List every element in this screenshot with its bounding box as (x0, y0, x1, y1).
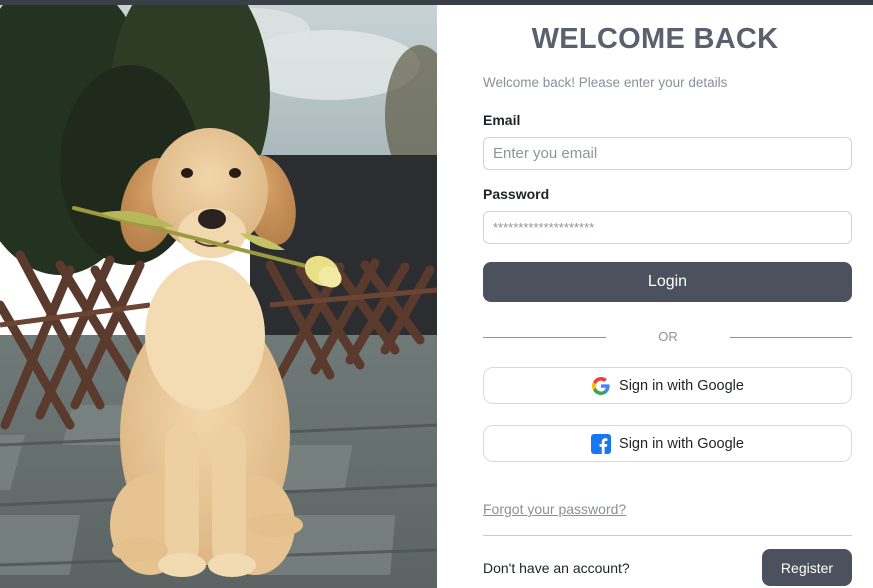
divider-line-right (730, 337, 852, 338)
forgot-password-link[interactable]: Forgot your password? (483, 501, 626, 517)
facebook-signin-button[interactable]: Sign in with Google (483, 425, 852, 462)
no-account-text: Don't have an account? (483, 560, 630, 576)
footer-divider (483, 535, 852, 536)
page-subtitle: Welcome back! Please enter your details (483, 75, 728, 90)
register-button[interactable]: Register (762, 549, 852, 586)
email-label: Email (483, 112, 521, 128)
page-title: WELCOME BACK (531, 23, 779, 55)
login-button[interactable]: Login (483, 262, 852, 302)
password-field[interactable] (483, 211, 852, 244)
password-label: Password (483, 186, 550, 202)
facebook-icon (591, 433, 612, 454)
login-panel: WELCOME BACK Welcome back! Please enter … (437, 5, 873, 588)
google-icon (591, 376, 611, 396)
hero-photo-dog (0, 5, 437, 588)
facebook-signin-label: Sign in with Google (619, 435, 744, 452)
google-signin-button[interactable]: Sign in with Google (483, 367, 852, 404)
email-field[interactable] (483, 137, 852, 170)
google-signin-label: Sign in with Google (619, 377, 744, 394)
